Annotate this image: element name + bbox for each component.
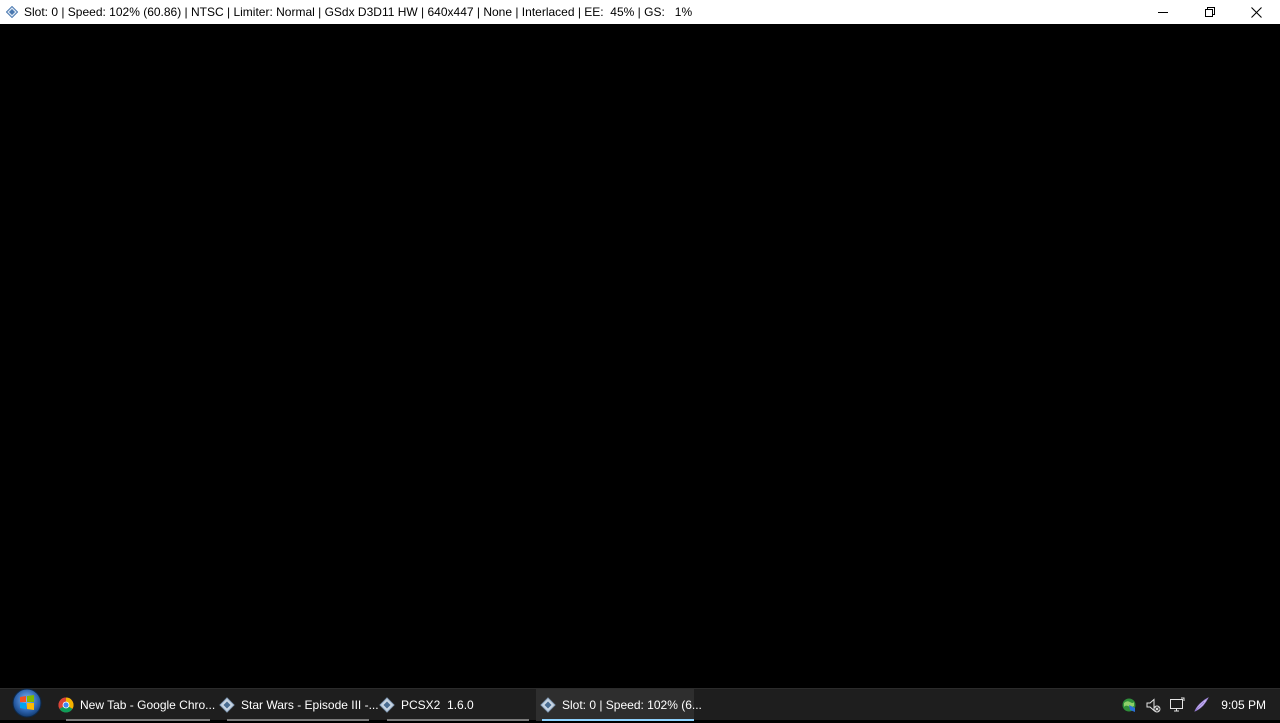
taskbar-clock[interactable]: 9:05 PM: [1221, 689, 1266, 721]
restore-icon: [1204, 7, 1215, 17]
taskbar-item-indicator: [66, 719, 210, 721]
window-controls: [1139, 0, 1280, 24]
taskbar-item-label: Slot: 0 | Speed: 102% (6...: [562, 698, 702, 712]
pcsx2-icon: [540, 697, 556, 713]
minimize-icon: [1157, 7, 1168, 17]
taskbar-item-slot-window[interactable]: Slot: 0 | Speed: 102% (6...: [536, 689, 702, 721]
game-viewport[interactable]: [0, 24, 1280, 688]
close-icon: [1251, 6, 1262, 18]
taskbar-item-label: New Tab - Google Chro...: [80, 698, 216, 712]
close-button[interactable]: [1233, 0, 1280, 24]
pcsx2-icon: [379, 697, 395, 713]
start-button[interactable]: [10, 688, 44, 723]
taskbar-item-star-wars[interactable]: Star Wars - Episode III -...: [219, 689, 379, 721]
restore-button[interactable]: [1186, 0, 1233, 24]
network-globe-icon[interactable]: [1117, 689, 1141, 721]
action-center-icon[interactable]: [1165, 689, 1189, 721]
minimize-button[interactable]: [1139, 0, 1186, 24]
taskbar-item-indicator: [227, 719, 369, 721]
taskbar-item-chrome[interactable]: New Tab - Google Chro...: [58, 689, 216, 721]
pcsx2-icon: [0, 0, 24, 24]
taskbar-item-label: Star Wars - Episode III -...: [241, 698, 379, 712]
taskbar: New Tab - Google Chro... Star Wars - Epi…: [0, 688, 1280, 723]
taskbar-item-indicator: [542, 719, 694, 721]
windows-start-icon: [12, 688, 42, 723]
window-title-bar[interactable]: Slot: 0 | Speed: 102% (60.86) | NTSC | L…: [0, 0, 1280, 24]
taskbar-item-label: PCSX2 1.6.0: [401, 698, 474, 712]
pen-icon[interactable]: [1189, 689, 1213, 721]
system-tray: [1117, 689, 1213, 721]
volume-muted-icon[interactable]: [1141, 689, 1165, 721]
chrome-icon: [58, 697, 74, 713]
window-title: Slot: 0 | Speed: 102% (60.86) | NTSC | L…: [24, 5, 693, 19]
pcsx2-icon: [219, 697, 235, 713]
taskbar-item-pcsx2[interactable]: PCSX2 1.6.0: [379, 689, 531, 721]
taskbar-item-indicator: [387, 719, 529, 721]
